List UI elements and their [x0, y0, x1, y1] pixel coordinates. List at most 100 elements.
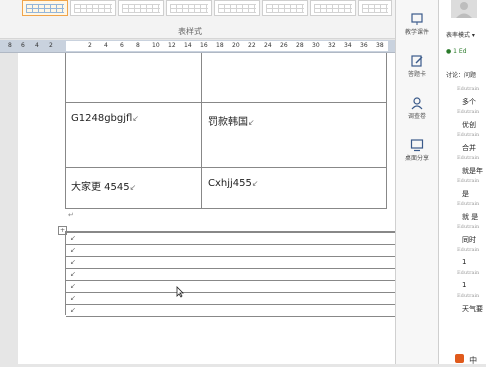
chat-message-text: 1 [462, 281, 467, 289]
chat-sender-id: Edutrain [457, 109, 480, 115]
cell-text: 罚款韩国 [208, 117, 248, 128]
row-end-mark: ↙ [70, 270, 76, 278]
ruler-number: 6 [120, 42, 124, 49]
table-cell[interactable]: 大家更 4545↙ [71, 178, 136, 193]
courseware-button[interactable]: 教学课件 [396, 12, 438, 36]
row-end-mark: ↙ [70, 294, 76, 302]
chat-message-text: 是 [462, 190, 469, 198]
ruler-number: 2 [49, 42, 53, 49]
cell-end-mark: ↙ [129, 183, 137, 192]
ruler-number: 28 [296, 42, 304, 49]
table-style-light-6[interactable] [358, 0, 392, 16]
chat-message-text: 多个 [462, 98, 476, 106]
chat-sender-id: Edutrain [457, 178, 480, 184]
ruler-number: 2 [88, 42, 92, 49]
cell-end-mark: ↙ [251, 179, 259, 188]
ruler-number: 18 [216, 42, 224, 49]
ribbon-table-styles: 表样式 [0, 0, 395, 39]
app-logo-icon [455, 354, 464, 363]
ruler-number: 8 [8, 42, 12, 49]
ruler-number: 4 [104, 42, 108, 49]
ruler-number: 6 [21, 42, 25, 49]
table-row-divider[interactable] [66, 280, 395, 281]
table-row-divider[interactable] [66, 232, 395, 233]
courseware-icon [411, 13, 423, 25]
ruler-number: 24 [264, 42, 272, 49]
table-cell[interactable]: Cxhjj455↙ [208, 178, 259, 189]
table-row-divider[interactable] [66, 256, 395, 257]
row-end-mark: ↙ [70, 306, 76, 314]
table-cell[interactable]: 罚款韩国↙ [208, 113, 255, 128]
discussion-topic: 讨论：问题 [446, 72, 477, 79]
chat-message-text: 合并 [462, 144, 476, 152]
cell-text: Cxhjj455 [208, 178, 252, 189]
ruler-number: 8 [136, 42, 140, 49]
table-style-plain[interactable] [70, 0, 116, 16]
paragraph-mark: ↵ [68, 211, 74, 219]
participant-name-text: 1 Ed [453, 48, 467, 55]
survey-button[interactable]: 调查卷 [396, 96, 438, 120]
chat-message-text: 天气要 [462, 305, 483, 313]
ruler-number: 14 [184, 42, 192, 49]
status-bar: 中 [455, 348, 477, 367]
table-lower[interactable]: ↙ ↙ ↙ ↙ ↙ ↙ ↙ [65, 231, 395, 317]
cell-text: 大家更 4545 [71, 182, 130, 193]
table-style-light[interactable] [118, 0, 164, 16]
chat-sender-id: Edutrain [457, 293, 480, 299]
chat-sender-id: Edutrain [457, 270, 480, 276]
ribbon-group-label: 表样式 [178, 27, 202, 36]
avatar [451, 0, 477, 18]
table-row-divider[interactable] [66, 268, 395, 269]
ruler-number: 12 [168, 42, 176, 49]
chat-message-text: 优创 [462, 121, 476, 129]
table-row-divider[interactable] [66, 167, 386, 168]
ruler-number: 26 [280, 42, 288, 49]
table-column-divider[interactable] [201, 53, 202, 208]
answer-card-button[interactable]: 答题卡 [396, 54, 438, 78]
table-row-divider[interactable] [66, 316, 395, 317]
chat-message-text: 1 [462, 258, 467, 266]
table-style-light-2[interactable] [166, 0, 212, 16]
table-style-light-4[interactable] [262, 0, 308, 16]
chat-sender-id: Edutrain [457, 224, 480, 230]
ruler-number: 20 [232, 42, 240, 49]
row-end-mark: ↙ [70, 234, 76, 242]
cell-text: G1248gbgjfl [71, 113, 133, 124]
ruler-text-area [66, 41, 388, 51]
table-style-light-5[interactable] [310, 0, 356, 16]
answer-card-icon [411, 55, 423, 67]
tool-panel: 教学课件 答题卡 调查卷 桌面分享 [395, 0, 438, 364]
ruler-number: 4 [35, 42, 39, 49]
chat-message-text: 就是年 [462, 167, 483, 175]
table-row-divider[interactable] [66, 244, 395, 245]
row-end-mark: ↙ [70, 246, 76, 254]
ruler-number: 32 [328, 42, 336, 49]
ruler-number: 38 [376, 42, 384, 49]
chat-sender-id: Edutrain [457, 132, 480, 138]
chat-sender-id: Edutrain [457, 86, 480, 92]
ruler-number: 36 [360, 42, 368, 49]
user-status-icon: ● [446, 48, 452, 55]
cell-end-mark: ↙ [248, 118, 255, 127]
cell-end-mark: ↙ [132, 114, 140, 123]
ruler-number: 22 [248, 42, 256, 49]
chat-message-text: 就 是 [462, 213, 479, 221]
ruler-number: 10 [152, 42, 160, 49]
survey-label: 调查卷 [407, 113, 426, 120]
table-upper[interactable]: G1248gbgjfl↙ 罚款韩国↙ 大家更 4545↙ Cxhjj455↙ [65, 53, 387, 209]
table-style-light-3[interactable] [214, 0, 260, 16]
answer-card-label: 答题卡 [407, 71, 426, 78]
table-style-grid-selected[interactable] [22, 0, 68, 16]
table-row-divider[interactable] [66, 304, 395, 305]
table-row-divider[interactable] [66, 292, 395, 293]
ruler-number: 30 [312, 42, 320, 49]
table-cell[interactable]: G1248gbgjfl↙ [71, 113, 139, 124]
screen-share-button[interactable]: 桌面分享 [396, 138, 438, 162]
table-row-divider[interactable] [66, 102, 386, 103]
ruler-number: 34 [344, 42, 352, 49]
courseware-label: 教学课件 [404, 29, 429, 36]
screen-share-icon [410, 139, 424, 152]
mouse-cursor-icon [176, 286, 184, 301]
mode-dropdown[interactable]: 表率模式 ▾ [446, 30, 475, 39]
survey-icon [411, 97, 423, 110]
